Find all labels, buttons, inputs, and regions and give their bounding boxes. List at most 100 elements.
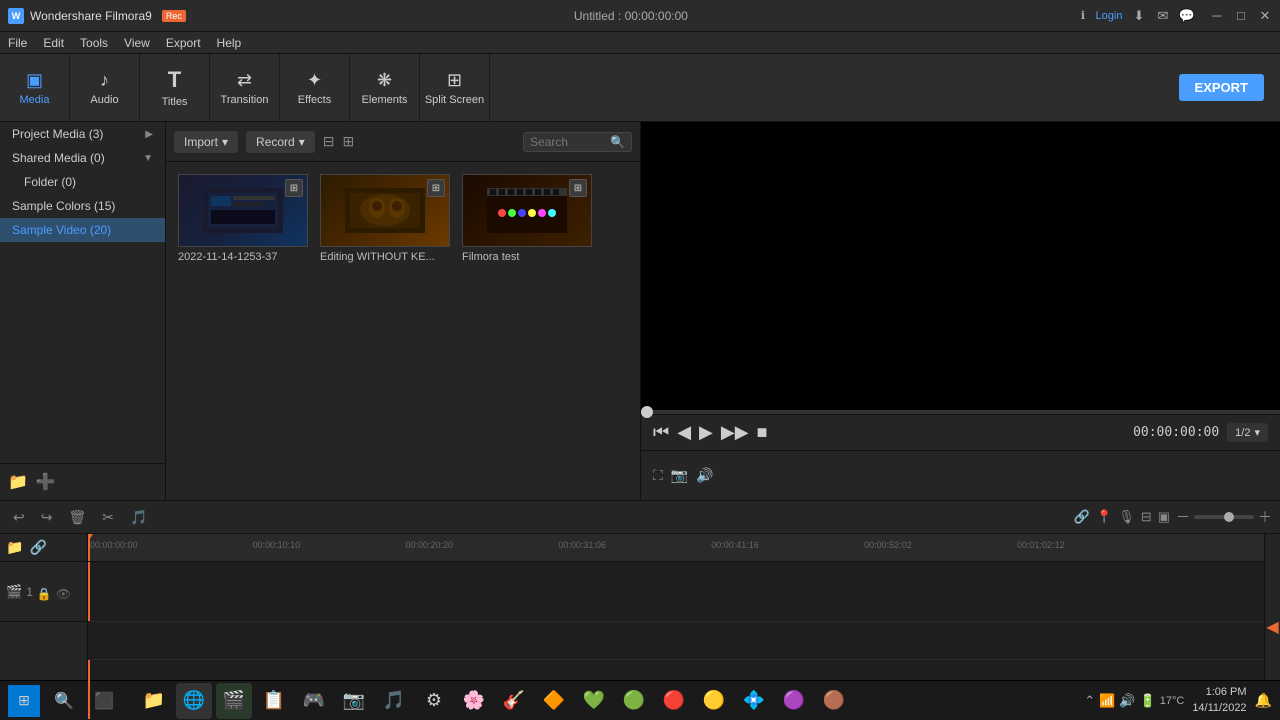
sidebar-sample-video-label: Sample Video (20): [12, 223, 111, 237]
zoom-out-icon[interactable]: －: [1176, 507, 1190, 527]
redo-button[interactable]: ↪: [36, 506, 58, 529]
start-button[interactable]: ⊞: [8, 685, 40, 717]
video-visibility-icon[interactable]: 👁: [56, 587, 71, 601]
stop-button[interactable]: ■: [757, 422, 768, 443]
export-button[interactable]: EXPORT: [1179, 74, 1264, 101]
download-icon[interactable]: ⬇: [1132, 9, 1146, 23]
search-icon[interactable]: 🔍: [610, 135, 625, 149]
taskbar-app-7[interactable]: ⚙: [416, 683, 452, 719]
add-item-icon[interactable]: ➕: [36, 472, 56, 492]
taskbar-app-12[interactable]: 🟢: [616, 683, 652, 719]
toolbar-elements[interactable]: ❋ Elements: [350, 54, 420, 122]
taskbar-app-8[interactable]: 🌸: [456, 683, 492, 719]
toolbar-titles[interactable]: T Titles: [140, 54, 210, 122]
add-folder-icon[interactable]: 📁: [8, 472, 28, 492]
sidebar-item-shared-media[interactable]: Shared Media (0) ▼: [0, 146, 165, 170]
fullscreen-icon[interactable]: ⛶: [653, 467, 663, 484]
video-lock-icon[interactable]: 🔒: [37, 587, 52, 601]
menu-view[interactable]: View: [124, 36, 150, 50]
toolbar-media[interactable]: ▣ Media: [0, 54, 70, 122]
quality-selector[interactable]: 1/2 ▾: [1227, 423, 1268, 442]
link-track-icon[interactable]: 🔗: [29, 539, 46, 556]
cut-button[interactable]: ✂: [97, 506, 119, 529]
zoom-in-icon[interactable]: ＋: [1258, 507, 1272, 527]
taskbar-app-14[interactable]: 🟡: [696, 683, 732, 719]
marker-icon[interactable]: 📍: [1096, 509, 1112, 525]
maximize-button[interactable]: □: [1234, 9, 1248, 23]
taskbar-app-9[interactable]: 🎸: [496, 683, 532, 719]
search-input[interactable]: [530, 135, 610, 149]
system-clock[interactable]: 1:06 PM 14/11/2022: [1192, 685, 1246, 716]
list-item[interactable]: ⊞ Editing WITHOUT KE...: [320, 174, 450, 263]
menu-tools[interactable]: Tools: [80, 36, 108, 50]
help-icon[interactable]: ℹ: [1076, 9, 1090, 23]
taskbar-app-browser[interactable]: 🌐: [176, 683, 212, 719]
taskbar-app-17[interactable]: 🟤: [816, 683, 852, 719]
sidebar-item-sample-colors[interactable]: Sample Colors (15): [0, 194, 165, 218]
mic-icon[interactable]: 🎙: [1118, 509, 1135, 525]
sidebar-item-sample-video[interactable]: Sample Video (20): [0, 218, 165, 242]
close-button[interactable]: ✕: [1258, 9, 1272, 23]
grid-view-icon[interactable]: ⊞: [343, 133, 355, 150]
system-date: 14/11/2022: [1192, 701, 1246, 716]
list-item[interactable]: ⊞ 2022-11-14-1253-37: [178, 174, 308, 263]
import-chevron-icon[interactable]: ▾: [222, 135, 228, 149]
toolbar-audio[interactable]: ♪ Audio: [70, 54, 140, 122]
taskbar-app-16[interactable]: 🟣: [776, 683, 812, 719]
snap-icon[interactable]: 🔗: [1074, 509, 1090, 525]
volume-icon[interactable]: 🔊: [696, 467, 713, 484]
menu-help[interactable]: Help: [217, 36, 242, 50]
toolbar-transition[interactable]: ⇄ Transition: [210, 54, 280, 122]
sidebar-item-project-media[interactable]: Project Media (3) ▶: [0, 122, 165, 146]
login-button[interactable]: Login: [1102, 9, 1116, 23]
menu-file[interactable]: File: [8, 36, 27, 50]
sidebar-item-folder[interactable]: Folder (0): [0, 170, 165, 194]
taskbar-app-10[interactable]: 🔶: [536, 683, 572, 719]
taskbar-app-11[interactable]: 💚: [576, 683, 612, 719]
import-button[interactable]: Import ▾: [174, 131, 238, 153]
add-track-icon[interactable]: 📁: [6, 539, 23, 556]
search-taskbar-button[interactable]: 🔍: [48, 685, 80, 717]
play-back-button[interactable]: ◀: [677, 422, 691, 443]
prev-frame-button[interactable]: ⏮: [653, 422, 669, 443]
play-forward-button[interactable]: ▶▶: [721, 422, 749, 443]
taskbar-app-13[interactable]: 🔴: [656, 683, 692, 719]
audio-button[interactable]: 🎵: [125, 506, 152, 529]
minimize-button[interactable]: ─: [1210, 9, 1224, 23]
msg-icon[interactable]: 💬: [1180, 9, 1194, 23]
notification-icon[interactable]: 🔔: [1255, 692, 1272, 709]
taskbar-app-15[interactable]: 💠: [736, 683, 772, 719]
preview-playhead[interactable]: [641, 406, 653, 418]
taskbar-app-filmora[interactable]: 🎬: [216, 683, 252, 719]
taskbar-app-6[interactable]: 🎵: [376, 683, 412, 719]
tray-sound-icon[interactable]: 🔊: [1119, 693, 1135, 709]
effects-label: Effects: [298, 94, 331, 106]
split-icon[interactable]: ⊟: [1141, 509, 1152, 525]
pip-icon[interactable]: ▣: [1158, 509, 1170, 525]
menu-export[interactable]: Export: [166, 36, 201, 50]
toolbar-splitscreen[interactable]: ⊞ Split Screen: [420, 54, 490, 122]
taskbar-app-4[interactable]: 🎮: [296, 683, 332, 719]
undo-button[interactable]: ↩: [8, 506, 30, 529]
tray-network-icon[interactable]: 📶: [1099, 693, 1115, 709]
record-chevron-icon[interactable]: ▾: [299, 135, 305, 149]
email-icon[interactable]: ✉: [1156, 9, 1170, 23]
taskbar-app-3[interactable]: 📋: [256, 683, 292, 719]
filter-icon[interactable]: ⊟: [323, 133, 335, 150]
preview-progress[interactable]: [641, 410, 1280, 414]
taskbar-app-explorer[interactable]: 📁: [136, 683, 172, 719]
taskview-button[interactable]: ⬛: [88, 685, 120, 717]
delete-button[interactable]: 🗑: [63, 506, 91, 529]
snapshot-icon[interactable]: 📷: [671, 467, 688, 484]
record-button[interactable]: Record ▾: [246, 131, 315, 153]
menu-edit[interactable]: Edit: [43, 36, 64, 50]
zoom-slider[interactable]: [1194, 515, 1254, 519]
taskbar-app-5[interactable]: 📷: [336, 683, 372, 719]
zoom-thumb[interactable]: [1224, 512, 1234, 522]
list-item[interactable]: ⊞ Filmora test: [462, 174, 592, 263]
toolbar-effects[interactable]: ✦ Effects: [280, 54, 350, 122]
tray-chevron-icon[interactable]: ⌃: [1084, 693, 1095, 709]
play-button[interactable]: ▶: [699, 422, 713, 443]
media-toolbar: Import ▾ Record ▾ ⊟ ⊞ 🔍: [166, 122, 640, 162]
tray-battery-icon[interactable]: 🔋: [1140, 693, 1156, 709]
